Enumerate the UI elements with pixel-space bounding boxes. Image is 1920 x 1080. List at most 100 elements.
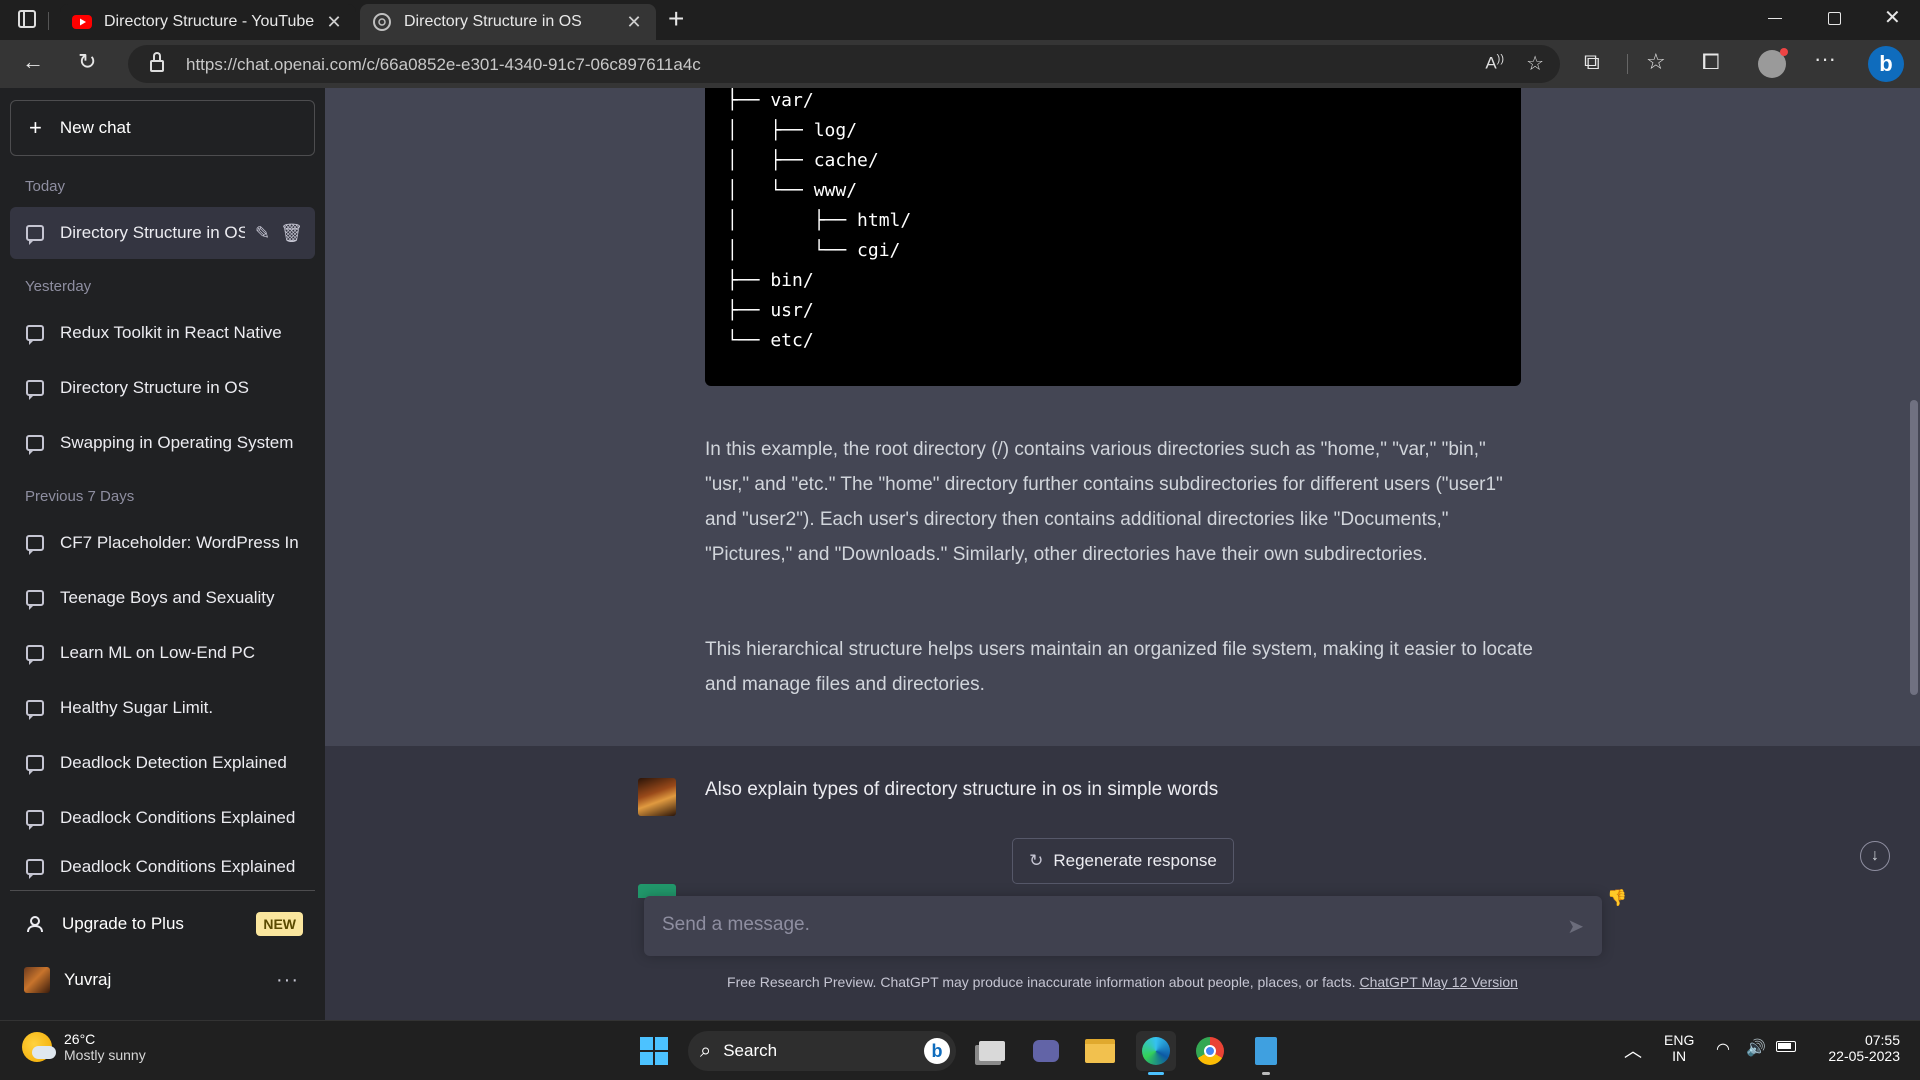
chat-item[interactable]: Deadlock Conditions Explained bbox=[10, 847, 315, 887]
chat-item-label: Teenage Boys and Sexuality bbox=[60, 588, 275, 607]
lang-secondary: IN bbox=[1672, 1048, 1687, 1064]
edit-icon[interactable]: ✎ bbox=[255, 223, 270, 244]
scroll-down-button[interactable]: ↓ bbox=[1860, 841, 1890, 871]
section-yesterday: Yesterday bbox=[25, 278, 92, 295]
search-icon: ⌕ bbox=[700, 1039, 712, 1062]
version-link[interactable]: ChatGPT May 12 Version bbox=[1359, 974, 1517, 990]
chat-item[interactable]: Healthy Sugar Limit. bbox=[10, 682, 315, 734]
show-hidden-icons[interactable]: ︿ bbox=[1624, 1037, 1642, 1063]
wifi-icon[interactable]: ◠ bbox=[1716, 1039, 1730, 1059]
battery-icon[interactable] bbox=[1776, 1041, 1796, 1052]
volume-icon[interactable]: 🔊 bbox=[1746, 1038, 1766, 1058]
code-line: │ └── www/ bbox=[727, 180, 858, 201]
close-window-button[interactable]: ✕ bbox=[1884, 5, 1901, 30]
file-explorer-icon[interactable] bbox=[1080, 1031, 1120, 1071]
scrollbar-thumb[interactable] bbox=[1910, 400, 1918, 695]
regenerate-response-button[interactable]: ↻ Regenerate response bbox=[1012, 838, 1234, 884]
plus-icon: + bbox=[29, 115, 42, 140]
new-tab-button[interactable]: + bbox=[668, 3, 684, 35]
upgrade-to-plus-button[interactable]: Upgrade to Plus NEW bbox=[10, 898, 315, 950]
more-icon[interactable]: ··· bbox=[1814, 46, 1836, 72]
chat-item[interactable]: Swapping in Operating System bbox=[10, 417, 315, 469]
tab-chatgpt[interactable]: Directory Structure in OS ✕ bbox=[360, 4, 656, 40]
chat-item-label: Directory Structure in OS bbox=[60, 378, 249, 397]
task-view-icon[interactable] bbox=[972, 1031, 1012, 1071]
close-tab-icon[interactable]: ✕ bbox=[624, 12, 644, 33]
chat-item-label: Deadlock Conditions Explained bbox=[60, 808, 296, 827]
extensions-icon[interactable]: ⧉ bbox=[1584, 49, 1600, 75]
read-aloud-icon[interactable]: A)) bbox=[1485, 53, 1504, 74]
trash-icon[interactable]: 🗑 bbox=[280, 223, 303, 244]
chat-item[interactable]: Directory Structure in OS bbox=[10, 362, 315, 414]
collections-icon[interactable]: ⧠ bbox=[1702, 49, 1720, 75]
avatar bbox=[24, 967, 50, 993]
code-line: │ ├── log/ bbox=[727, 120, 858, 141]
back-icon[interactable]: ← bbox=[22, 49, 44, 75]
chat-item[interactable]: Teenage Boys and Sexuality bbox=[10, 572, 315, 624]
sidebar: + New chat Today Directory Structure in … bbox=[0, 88, 325, 1020]
bing-chat-icon[interactable]: b bbox=[1868, 46, 1904, 82]
weather-widget[interactable]: 26°C Mostly sunny bbox=[22, 1031, 146, 1063]
chat-item-label: Deadlock Conditions Explained bbox=[60, 857, 296, 876]
chat-bubble-icon bbox=[26, 810, 44, 830]
chat-item-label: Learn ML on Low-End PC bbox=[60, 643, 255, 662]
minimize-button[interactable] bbox=[1768, 18, 1782, 19]
teams-chat-icon[interactable] bbox=[1026, 1031, 1066, 1071]
code-line: │ ├── html/ bbox=[727, 210, 912, 231]
new-chat-button[interactable]: + New chat bbox=[10, 100, 315, 156]
lock-icon[interactable] bbox=[150, 60, 164, 72]
user-menu-button[interactable]: Yuvraj ··· bbox=[10, 954, 315, 1006]
new-chat-label: New chat bbox=[59, 118, 131, 137]
navigation-bar: ← ↻ https://chat.openai.com/c/66a0852e-e… bbox=[0, 40, 1920, 88]
clock-date: 22-05-2023 bbox=[1828, 1048, 1900, 1064]
address-bar[interactable]: https://chat.openai.com/c/66a0852e-e301-… bbox=[128, 45, 1560, 83]
section-today: Today bbox=[25, 178, 66, 195]
chat-item-active[interactable]: Directory Structure in OS ✎ 🗑 bbox=[10, 207, 315, 259]
weather-desc: Mostly sunny bbox=[64, 1047, 146, 1063]
clock[interactable]: 07:55 22-05-2023 bbox=[1810, 1032, 1900, 1064]
close-tab-icon[interactable]: ✕ bbox=[324, 12, 344, 33]
chat-item[interactable]: Deadlock Detection Explained bbox=[10, 737, 315, 789]
chat-item-label: Directory Structure in OS bbox=[60, 223, 245, 242]
chatgpt-icon bbox=[372, 12, 392, 32]
chat-bubble-icon bbox=[26, 225, 44, 245]
taskbar-search[interactable]: ⌕ Search b bbox=[688, 1031, 956, 1071]
thumbs-down-icon[interactable]: 👎 bbox=[1607, 888, 1627, 908]
chrome-icon[interactable] bbox=[1190, 1031, 1230, 1071]
more-options-icon[interactable]: ··· bbox=[276, 969, 299, 992]
new-badge: NEW bbox=[256, 912, 303, 936]
favorite-add-icon[interactable]: ☆ bbox=[1526, 51, 1544, 76]
message-input[interactable] bbox=[662, 914, 1522, 936]
conversation-area: │ ├── var/ │ ├── log/ │ ├── cache/ │ └──… bbox=[325, 88, 1920, 1020]
clock-time: 07:55 bbox=[1864, 1032, 1900, 1048]
chat-bubble-icon bbox=[26, 590, 44, 610]
profile-icon[interactable] bbox=[1758, 48, 1788, 78]
chat-item[interactable]: CF7 Placeholder: WordPress In bbox=[10, 517, 315, 569]
chat-item[interactable]: Learn ML on Low-End PC bbox=[10, 627, 315, 679]
restore-button[interactable] bbox=[1828, 12, 1841, 25]
assistant-paragraph: In this example, the root directory (/) … bbox=[705, 439, 1503, 565]
send-icon[interactable]: ➤ bbox=[1567, 914, 1584, 939]
tab-actions-icon[interactable] bbox=[18, 10, 36, 28]
lock-shackle bbox=[153, 52, 161, 61]
tab-youtube[interactable]: Directory Structure - YouTube ✕ bbox=[60, 4, 356, 40]
start-button[interactable] bbox=[634, 1031, 674, 1071]
chat-item-label: Healthy Sugar Limit. bbox=[60, 698, 214, 717]
favorites-icon[interactable]: ☆ bbox=[1646, 49, 1666, 75]
message-composer: ➤ bbox=[644, 896, 1602, 956]
edge-icon[interactable] bbox=[1136, 1031, 1176, 1075]
code-line: │ ├── cache/ bbox=[727, 150, 879, 171]
disclaimer-text: Free Research Preview. ChatGPT may produ… bbox=[727, 974, 1356, 990]
user-name: Yuvraj bbox=[64, 970, 112, 989]
chat-item[interactable]: Deadlock Conditions Explained bbox=[10, 792, 315, 844]
language-indicator[interactable]: ENG IN bbox=[1664, 1032, 1694, 1064]
regenerate-label: Regenerate response bbox=[1053, 851, 1217, 870]
weather-temp: 26°C bbox=[64, 1031, 96, 1047]
chat-bubble-icon bbox=[26, 859, 44, 879]
upgrade-label: Upgrade to Plus bbox=[62, 914, 184, 933]
chat-bubble-icon bbox=[26, 435, 44, 455]
notepad-icon[interactable] bbox=[1246, 1031, 1286, 1075]
refresh-icon[interactable]: ↻ bbox=[78, 49, 96, 75]
code-block: │ ├── var/ │ ├── log/ │ ├── cache/ │ └──… bbox=[705, 88, 1521, 386]
chat-item[interactable]: Redux Toolkit in React Native bbox=[10, 307, 315, 359]
